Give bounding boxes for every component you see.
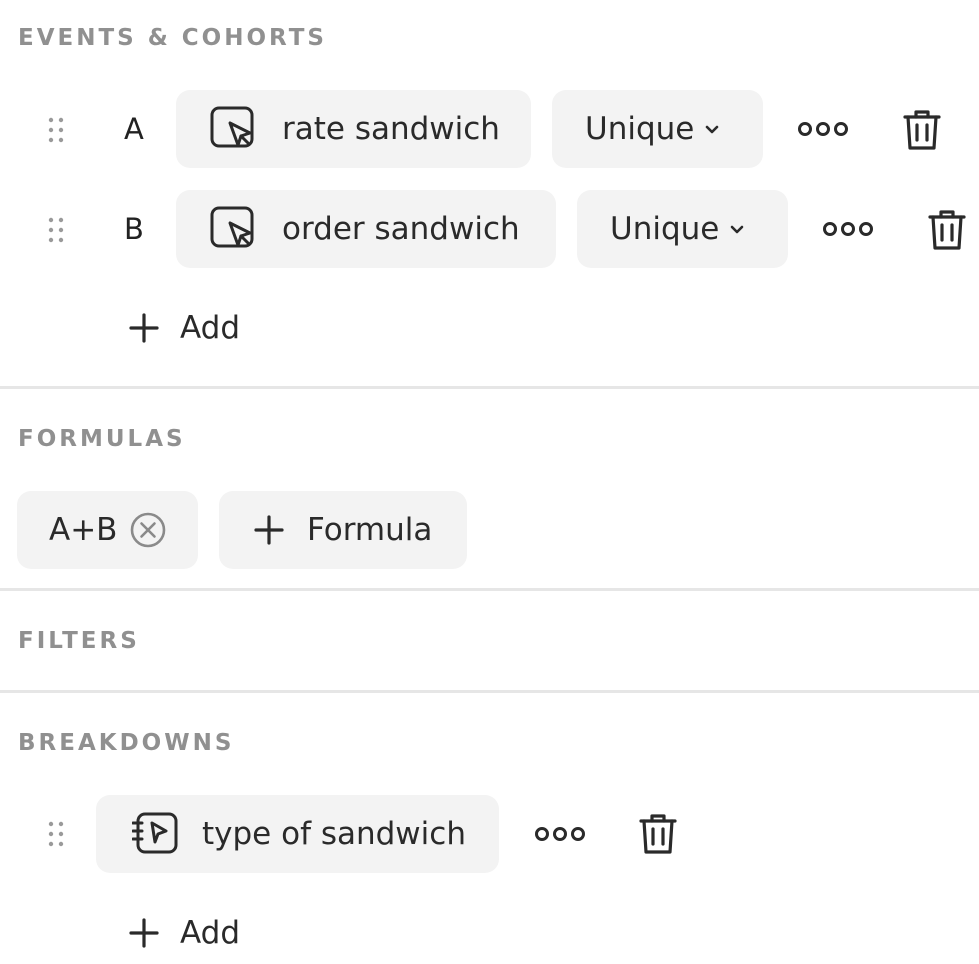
add-breakdown-label: Add (180, 914, 241, 951)
add-breakdown-button[interactable]: Add (128, 917, 240, 949)
aggregation-dropdown[interactable]: Unique (577, 190, 788, 268)
section-divider (0, 588, 979, 591)
event-selector[interactable]: rate sandwich (176, 90, 531, 168)
aggregation-value: Unique (585, 110, 695, 147)
section-title-breakdowns: BREAKDOWNS (18, 730, 235, 756)
chevron-down-icon (706, 125, 719, 134)
plus-icon (254, 515, 284, 545)
section-divider (0, 690, 979, 693)
more-options-icon[interactable] (797, 118, 849, 140)
event-cursor-icon (210, 206, 254, 248)
more-options-icon[interactable] (822, 218, 874, 240)
formula-label: A+B (49, 511, 118, 548)
plus-icon (129, 313, 159, 343)
breakdown-selector[interactable]: type of sandwich (96, 795, 499, 873)
add-formula-label: Formula (307, 511, 433, 548)
drag-handle-icon[interactable] (48, 217, 64, 243)
more-options-icon[interactable] (534, 823, 586, 845)
add-formula-button[interactable]: Formula (219, 491, 467, 569)
trash-icon[interactable] (902, 108, 942, 152)
event-name: rate sandwich (282, 110, 500, 147)
event-cursor-icon (210, 106, 254, 148)
series-letter: A (124, 112, 144, 146)
section-title-filters: FILTERS (18, 628, 140, 654)
event-name: order sandwich (282, 210, 520, 247)
breakdown-property-name: type of sandwich (202, 815, 466, 852)
aggregation-dropdown[interactable]: Unique (552, 90, 763, 168)
section-title-formulas: FORMULAS (18, 426, 186, 452)
property-cursor-icon (132, 812, 178, 854)
plus-icon (129, 918, 159, 948)
section-title-events: EVENTS & COHORTS (18, 25, 327, 51)
drag-handle-icon[interactable] (48, 821, 64, 847)
chevron-down-icon (731, 225, 744, 234)
formula-chip[interactable]: A+B (17, 491, 198, 569)
add-event-button[interactable]: Add (128, 312, 240, 344)
trash-icon[interactable] (638, 812, 678, 856)
remove-formula-icon[interactable] (129, 511, 167, 549)
aggregation-value: Unique (610, 210, 720, 247)
event-selector[interactable]: order sandwich (176, 190, 556, 268)
section-divider (0, 386, 979, 389)
trash-icon[interactable] (927, 208, 967, 252)
add-event-label: Add (180, 309, 241, 346)
series-letter: B (124, 212, 144, 246)
drag-handle-icon[interactable] (48, 117, 64, 143)
